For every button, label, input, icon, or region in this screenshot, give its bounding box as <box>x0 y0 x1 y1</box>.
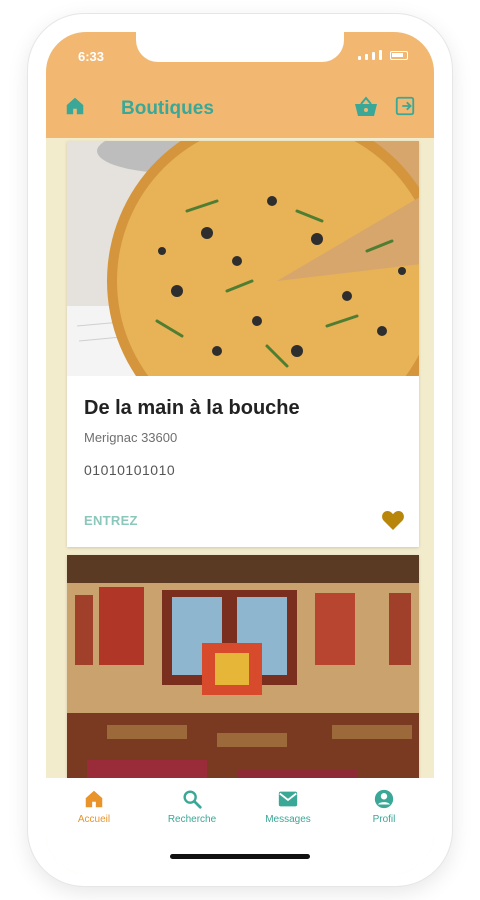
shop-city: Merignac 33600 <box>84 430 178 445</box>
logout-icon[interactable] <box>394 95 416 117</box>
mail-icon <box>278 791 298 807</box>
device-notch <box>136 32 344 62</box>
home-icon[interactable] <box>64 95 86 117</box>
home-indicator <box>170 854 310 859</box>
app-screen: 6:33 Boutiques De la main à la bouche Me… <box>46 32 434 874</box>
account-icon <box>374 789 394 809</box>
tab-label: Messages <box>265 814 311 825</box>
signal-bar <box>358 56 361 60</box>
signal-bar <box>372 52 375 60</box>
tab-profil[interactable]: Profil <box>344 788 424 825</box>
shop-phone: 01010101010 <box>84 462 176 478</box>
signal-bar <box>379 50 382 60</box>
shop-name: De la main à la bouche <box>84 397 300 419</box>
bottom-tab-bar: Accueil Recherche Messages Profil <box>46 778 434 874</box>
basket-icon[interactable] <box>354 96 378 118</box>
tab-accueil[interactable]: Accueil <box>54 788 134 825</box>
shop-card <box>67 555 419 815</box>
signal-bar <box>365 54 368 60</box>
tab-messages[interactable]: Messages <box>248 788 328 825</box>
shop-image <box>67 555 419 815</box>
search-icon <box>183 790 202 809</box>
tab-label: Profil <box>372 814 396 825</box>
app-header: 6:33 Boutiques <box>46 32 434 138</box>
tab-recherche[interactable]: Recherche <box>152 788 232 825</box>
tab-label: Accueil <box>77 814 111 825</box>
page-title: Boutiques <box>121 98 214 119</box>
shop-card: De la main à la bouche Merignac 33600 01… <box>67 141 419 547</box>
tab-label: Recherche <box>167 814 217 825</box>
shop-image <box>67 141 419 376</box>
status-time: 6:33 <box>78 49 105 64</box>
heart-icon[interactable] <box>381 509 405 531</box>
status-icons <box>358 50 408 60</box>
home-icon <box>85 790 103 808</box>
battery-icon <box>390 51 408 60</box>
enter-shop-button[interactable]: ENTREZ <box>84 513 138 528</box>
